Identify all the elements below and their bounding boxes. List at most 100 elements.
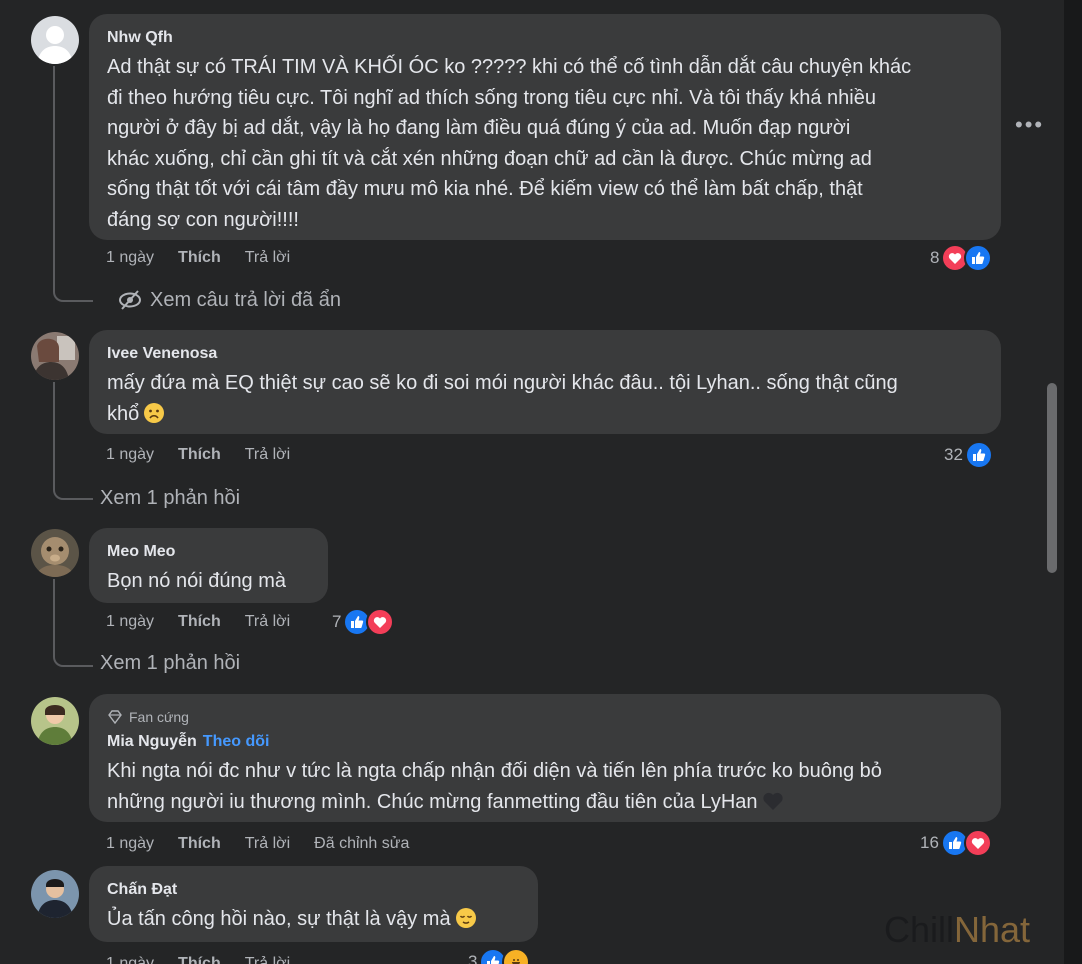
like-link[interactable]: Thích <box>178 613 221 631</box>
like-link[interactable]: Thích <box>178 249 221 267</box>
badge-label: Fan cứng <box>129 709 189 725</box>
comment-line-text: khổ <box>107 402 140 425</box>
follow-link[interactable]: Theo dõi <box>203 733 270 750</box>
reply-thread-line <box>53 66 93 302</box>
more-horizontal-icon[interactable]: ••• <box>1015 112 1044 138</box>
comment-author[interactable]: Ivee Venenosa <box>107 344 983 364</box>
profile-photo <box>31 332 79 380</box>
comment-time[interactable]: 1 ngày <box>106 249 154 267</box>
profile-photo <box>31 697 79 745</box>
view-hidden-replies-link[interactable]: Xem câu trả lời đã ẩn <box>118 288 341 312</box>
comment-bubble: Fan cứng Mia Nguyễn Theo dõi Khi ngta nói… <box>89 694 1001 822</box>
watermark-part: Nhat <box>954 909 1031 950</box>
diamond-icon <box>108 710 122 724</box>
comment-time[interactable]: 1 ngày <box>106 835 154 853</box>
like-reaction-icon <box>964 441 993 469</box>
comment-line: khổ <box>107 399 983 430</box>
reaction-summary[interactable]: 3 <box>468 948 531 964</box>
like-link[interactable]: Thích <box>178 446 221 464</box>
comment-text: Ad thật sự có TRÁI TIM VÀ KHỐI ÓC ko ???… <box>107 52 983 235</box>
watermark-logo: ChillNhat <box>884 908 1030 952</box>
view-hidden-replies-label: Xem câu trả lời đã ẩn <box>150 289 341 311</box>
avatar[interactable] <box>31 16 79 64</box>
avatar[interactable] <box>31 697 79 745</box>
like-link[interactable]: Thích <box>178 835 221 853</box>
reaction-count: 7 <box>332 612 342 631</box>
profile-photo <box>31 870 79 918</box>
comment-line: đáng sợ con người!!!! <box>107 208 299 231</box>
comment-actions: 1 ngày Thích Trả lời Đã chỉnh sửa <box>106 832 433 856</box>
comment-line: người ở đây bị ad dắt, vậy là họ đang là… <box>107 117 851 139</box>
view-replies-link[interactable]: Xem 1 phản hồi <box>100 651 240 675</box>
reply-link[interactable]: Trả lời <box>245 955 290 964</box>
like-reaction-icon <box>964 244 993 272</box>
comment-text: mấy đứa mà EQ thiệt sự cao sẽ ko đi soi … <box>107 368 983 429</box>
reaction-summary[interactable]: 8 <box>930 244 993 272</box>
reaction-summary[interactable]: 7 <box>332 608 395 636</box>
comment-author[interactable]: Chấn Đạt <box>107 880 520 900</box>
reply-link[interactable]: Trả lời <box>245 249 290 267</box>
comment-bubble: Ivee Venenosa mấy đứa mà EQ thiệt sự cao… <box>89 330 1001 434</box>
avatar[interactable] <box>31 332 79 380</box>
comment-actions: 1 ngày Thích Trả lời <box>106 610 314 634</box>
watermark-part: Chill <box>884 909 955 950</box>
comment-line: Khi ngta nói đc như v tức là ngta chấp n… <box>107 760 882 782</box>
reaction-count: 32 <box>944 445 963 464</box>
scrollbar-track[interactable] <box>1064 0 1082 964</box>
comment-actions: 1 ngày Thích Trả lời <box>106 952 314 964</box>
comment-section-window: Nhw Qfh Ad thật sự có TRÁI TIM VÀ KHỐI Ó… <box>0 0 1082 964</box>
comment-author[interactable]: Mia Nguyễn <box>107 733 197 750</box>
view-replies-label: Xem 1 phản hồi <box>100 652 241 674</box>
comment-line: khác xuống, chỉ cần ghi tít và cắt xén n… <box>107 147 872 170</box>
view-replies-link[interactable]: Xem 1 phản hồi <box>100 486 240 510</box>
reaction-summary[interactable]: 16 <box>920 829 992 857</box>
comment-bubble: Meo Meo Bọn nó nói đúng mà <box>89 528 328 603</box>
reaction-count: 8 <box>930 248 940 267</box>
avatar[interactable] <box>31 870 79 918</box>
comment-time[interactable]: 1 ngày <box>106 613 154 631</box>
comment-line-text: những người iu thương mình. Chúc mừng fa… <box>107 790 758 813</box>
comment-line: những người iu thương mình. Chúc mừng fa… <box>107 787 983 818</box>
haha-reaction-icon <box>502 948 531 964</box>
comment-bubble: Nhw Qfh Ad thật sự có TRÁI TIM VÀ KHỐI Ó… <box>89 14 1001 240</box>
love-reaction-icon <box>366 608 395 636</box>
comment-text: Bọn nó nói đúng mà <box>107 566 310 597</box>
comment-author[interactable]: Meo Meo <box>107 542 310 562</box>
top-fan-badge: Fan cứng <box>107 708 983 726</box>
reaction-count: 3 <box>468 952 478 964</box>
comment-time[interactable]: 1 ngày <box>106 446 154 464</box>
reaction-summary[interactable]: 32 <box>944 441 993 469</box>
comment-actions: 1 ngày Thích Trả lời <box>106 246 314 270</box>
comment-line-text: Ủa tấn công hồi nào, sự thật là vậy mà <box>107 908 451 930</box>
edited-label[interactable]: Đã chỉnh sửa <box>314 835 409 853</box>
comment-text: Khi ngta nói đc như v tức là ngta chấp n… <box>107 756 983 817</box>
avatar[interactable] <box>31 529 79 577</box>
comment-line: Ad thật sự có TRÁI TIM VÀ KHỐI ÓC ko ???… <box>107 56 912 78</box>
comment-line: đi theo hướng tiêu cực. Tôi nghĩ ad thíc… <box>107 86 876 109</box>
reply-link[interactable]: Trả lời <box>245 613 290 631</box>
comment-author-row: Mia Nguyễn Theo dõi <box>107 732 983 752</box>
relieved-face-emoji <box>455 908 476 928</box>
black-heart-emoji <box>762 792 783 810</box>
like-link[interactable]: Thích <box>178 955 221 964</box>
comment-actions: 1 ngày Thích Trả lời <box>106 443 314 467</box>
sad-face-emoji <box>144 402 165 423</box>
profile-photo <box>31 529 79 577</box>
comment-text: Ủa tấn công hồi nào, sự thật là vậy mà <box>107 904 520 935</box>
comment-line: mấy đứa mà EQ thiệt sự cao sẽ ko đi soi … <box>107 372 898 394</box>
reaction-count: 16 <box>920 833 939 852</box>
scrollbar-thumb[interactable] <box>1047 383 1057 573</box>
reply-thread-line <box>53 579 93 667</box>
comment-bubble: Chấn Đạt Ủa tấn công hồi nào, sự thật là… <box>89 866 538 942</box>
comment-author[interactable]: Nhw Qfh <box>107 28 983 48</box>
comment-time[interactable]: 1 ngày <box>106 955 154 964</box>
view-replies-label: Xem 1 phản hồi <box>100 487 241 509</box>
default-avatar-icon <box>31 16 79 64</box>
reply-link[interactable]: Trả lời <box>245 446 290 464</box>
comment-line: Ủa tấn công hồi nào, sự thật là vậy mà <box>107 904 520 935</box>
eye-slash-icon <box>119 290 141 310</box>
love-reaction-icon <box>963 829 992 857</box>
reply-link[interactable]: Trả lời <box>245 835 290 853</box>
comment-line: Bọn nó nói đúng mà <box>107 570 287 592</box>
comment-line: sống thật tốt với cái tâm đầy mưu mô kia… <box>107 178 863 200</box>
